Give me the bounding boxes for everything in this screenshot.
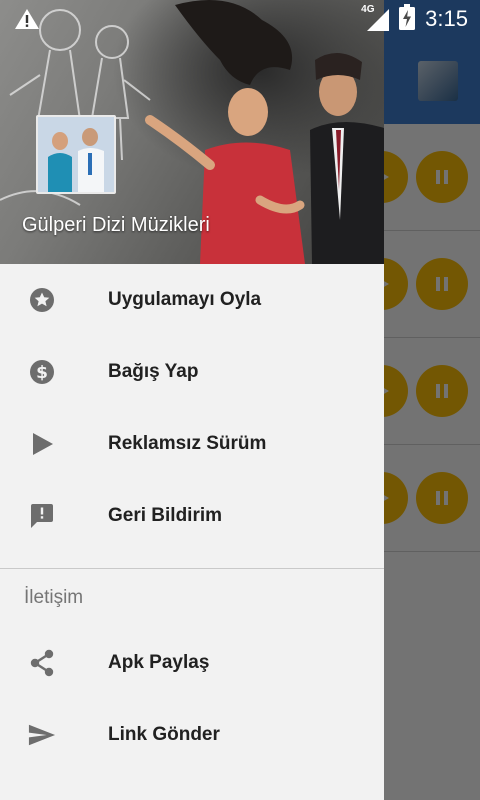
send-icon xyxy=(28,721,56,749)
menu-item-label: Bağış Yap xyxy=(108,361,199,382)
menu-item-share-apk[interactable]: Apk Paylaş xyxy=(0,627,384,699)
menu-item-label: Uygulamayı Oyla xyxy=(108,289,262,310)
battery-charging-icon xyxy=(399,3,416,35)
share-icon xyxy=(28,649,56,677)
section-title-contact: İletişim xyxy=(24,587,84,608)
svg-text:$: $ xyxy=(36,363,48,383)
feedback-icon xyxy=(28,502,56,530)
app-logo-thumbnail xyxy=(36,115,116,194)
drawer-header-title: Gülperi Dizi Müzikleri xyxy=(22,214,210,236)
menu-item-donate[interactable]: $ Bağış Yap xyxy=(0,336,384,408)
play-icon xyxy=(28,430,56,458)
signal-icon: 4G xyxy=(361,4,391,31)
network-type-label: 4G xyxy=(361,4,375,15)
star-circle-icon xyxy=(28,286,56,314)
menu-item-feedback[interactable]: Geri Bildirim xyxy=(0,480,384,552)
status-bar-right: 4G 3:15 xyxy=(361,0,468,38)
status-bar: 4G 3:15 xyxy=(0,0,480,38)
navigation-drawer: Gülperi Dizi Müzikleri Uygulamayı Oyla $… xyxy=(0,0,384,800)
menu-item-send-link[interactable]: Link Gönder xyxy=(0,699,384,771)
menu-item-label: Reklamsız Sürüm xyxy=(108,433,267,454)
status-bar-time: 3:15 xyxy=(425,6,468,31)
drawer-menu: Uygulamayı Oyla $ Bağış Yap Reklamsız Sü… xyxy=(0,264,384,771)
dollar-circle-icon: $ xyxy=(28,358,56,386)
menu-item-ad-free-version[interactable]: Reklamsız Sürüm xyxy=(0,408,384,480)
menu-item-label: Apk Paylaş xyxy=(108,652,210,673)
warning-icon xyxy=(14,8,40,35)
drawer-header: Gülperi Dizi Müzikleri xyxy=(0,0,384,264)
menu-item-label: Link Gönder xyxy=(108,724,220,745)
menu-item-label: Geri Bildirim xyxy=(108,505,223,526)
menu-item-rate-app[interactable]: Uygulamayı Oyla xyxy=(0,264,384,336)
